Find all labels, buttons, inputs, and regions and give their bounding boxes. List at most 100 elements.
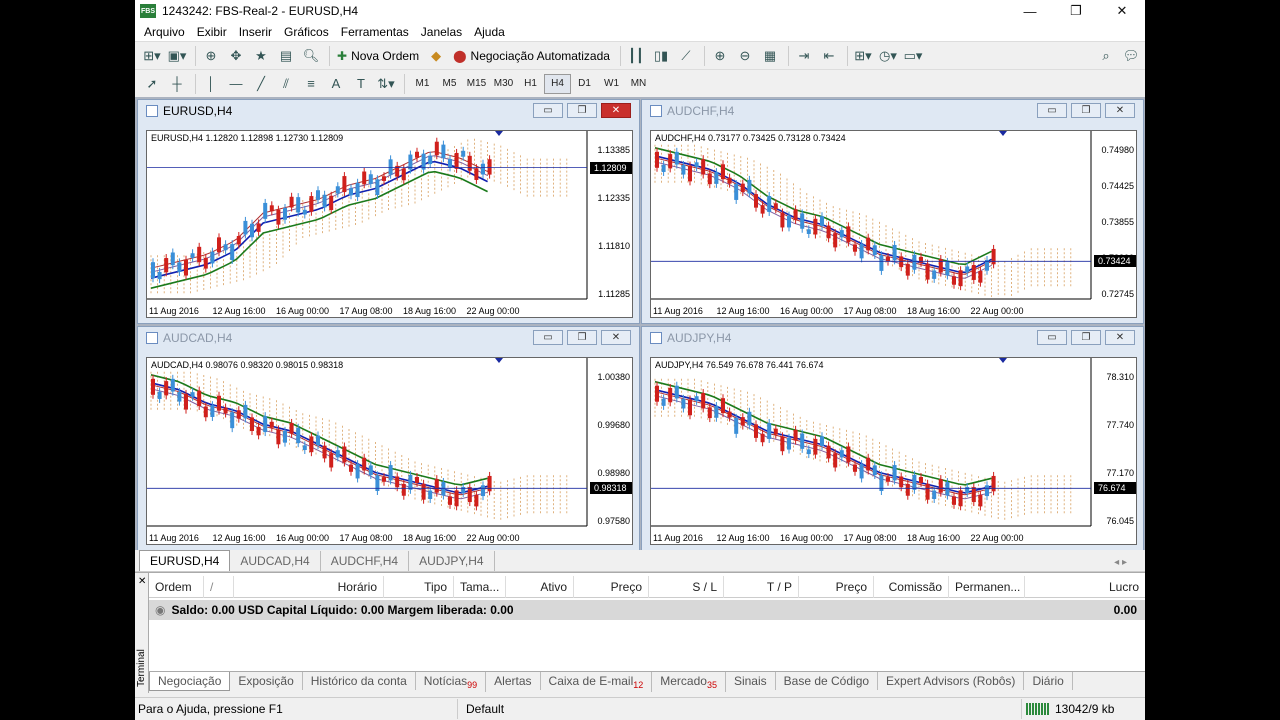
candlestick-icon[interactable]: ▯▮ xyxy=(650,45,672,67)
chart-close-button[interactable]: ✕ xyxy=(1105,103,1135,118)
text-icon[interactable]: A xyxy=(325,73,347,95)
vertical-line-icon[interactable]: │ xyxy=(200,73,222,95)
terminal-tab-3[interactable]: Notícias99 xyxy=(416,672,487,692)
timeframe-h4[interactable]: H4 xyxy=(544,73,571,94)
chart-window-audcad[interactable]: AUDCAD,H4 ▭ ❐ ✕ AUDCAD,H4 0.98076 0.98320 0.… xyxy=(137,326,640,551)
zoom-in-icon[interactable]: ⊕ xyxy=(709,45,731,67)
trendline-icon[interactable]: ╱ xyxy=(250,73,272,95)
chart-tab-eurusd[interactable]: EURUSD,H4 xyxy=(139,550,231,571)
connection-status[interactable]: 13042/9 kb xyxy=(1021,699,1114,719)
chart-close-button[interactable]: ✕ xyxy=(601,103,631,118)
terminal-tab-10[interactable]: Diário xyxy=(1024,672,1073,690)
close-button[interactable]: ✕ xyxy=(1099,0,1145,22)
menu-exibir[interactable]: Exibir xyxy=(191,25,233,39)
terminal-tab-5[interactable]: Caixa de E-mail12 xyxy=(541,672,653,692)
terminal-tab-1[interactable]: Exposição xyxy=(230,672,303,690)
chart-restore-button[interactable]: ❐ xyxy=(567,330,597,345)
chart-minimize-button[interactable]: ▭ xyxy=(1037,103,1067,118)
terminal-toggle-icon[interactable]: ▤ xyxy=(275,45,297,67)
chart-shift-icon[interactable]: ⇤ xyxy=(818,45,840,67)
chart-window-audchf[interactable]: AUDCHF,H4 ▭ ❐ ✕ AUDCHF,H4 0.73177 0.73425 0.… xyxy=(641,99,1144,324)
timeframe-m5[interactable]: M5 xyxy=(436,74,463,94)
chart-minimize-button[interactable]: ▭ xyxy=(1037,330,1067,345)
chart-close-button[interactable]: ✕ xyxy=(1105,330,1135,345)
col-sl[interactable]: S / L xyxy=(649,576,724,598)
new-order-button[interactable]: ✚ Nova Ordem xyxy=(334,45,422,67)
timeframe-d1[interactable]: D1 xyxy=(571,74,598,94)
autoscroll-icon[interactable]: ⇥ xyxy=(793,45,815,67)
tile-windows-icon[interactable]: ▦ xyxy=(759,45,781,67)
chart-restore-button[interactable]: ❐ xyxy=(567,103,597,118)
col-ativo[interactable]: Ativo xyxy=(506,576,574,598)
metaeditor-icon[interactable]: ◆ xyxy=(425,45,447,67)
maximize-button[interactable]: ❐ xyxy=(1053,0,1099,22)
horizontal-line-icon[interactable]: ― xyxy=(225,73,247,95)
chart-restore-button[interactable]: ❐ xyxy=(1071,330,1101,345)
chart-window-caption[interactable]: EURUSD,H4 ▭ ❐ ✕ xyxy=(138,100,639,122)
terminal-tab-7[interactable]: Sinais xyxy=(726,672,776,690)
col-lucro[interactable]: Lucro xyxy=(1025,576,1145,598)
favorites-icon[interactable]: ★ xyxy=(250,45,272,67)
col-permanencia[interactable]: Permanen... xyxy=(949,576,1025,598)
chart-restore-button[interactable]: ❐ xyxy=(1071,103,1101,118)
tab-scroll-arrows-icon[interactable]: ◂ ▸ xyxy=(1104,554,1137,571)
chart-window-eurusd[interactable]: EURUSD,H4 ▭ ❐ ✕ EURUSD,H4 1.12820 1.12898 1.… xyxy=(137,99,640,324)
text-label-icon[interactable]: T xyxy=(350,73,372,95)
menu-graficos[interactable]: Gráficos xyxy=(278,25,335,39)
line-chart-icon[interactable]: ⟋ xyxy=(675,45,697,67)
strategy-tester-icon[interactable]: 🔍︎ xyxy=(300,45,322,67)
zoom-out-icon[interactable]: ⊖ xyxy=(734,45,756,67)
channel-icon[interactable]: ⫽ xyxy=(275,73,297,95)
balance-row[interactable]: ◉ Saldo: 0.00 USD Capital Líquido: 0.00 … xyxy=(149,600,1145,620)
terminal-tab-9[interactable]: Expert Advisors (Robôs) xyxy=(878,672,1025,690)
periods-icon[interactable]: ◷▾ xyxy=(877,45,899,67)
col-comissao[interactable]: Comissão xyxy=(874,576,949,598)
auto-trading-button[interactable]: ⬤ Negociação Automatizada xyxy=(450,45,613,67)
col-preco[interactable]: Preço xyxy=(574,576,649,598)
price-chart[interactable]: AUDJPY,H4 76.549 76.678 76.441 76.674 78.… xyxy=(650,357,1137,545)
price-chart[interactable]: EURUSD,H4 1.12820 1.12898 1.12730 1.1280… xyxy=(146,130,633,318)
bar-chart-icon[interactable]: ┃┃ xyxy=(625,45,647,67)
new-chart-icon[interactable]: ⊞▾ xyxy=(141,45,163,67)
timeframe-mn[interactable]: MN xyxy=(625,74,652,94)
terminal-tab-8[interactable]: Base de Código xyxy=(776,672,879,690)
menu-janelas[interactable]: Janelas xyxy=(415,25,468,39)
chart-window-caption[interactable]: AUDCAD,H4 ▭ ❐ ✕ xyxy=(138,327,639,349)
chart-tab-audjpy[interactable]: AUDJPY,H4 xyxy=(409,551,495,571)
col-tp[interactable]: T / P xyxy=(724,576,799,598)
status-profile[interactable]: Default xyxy=(457,699,504,719)
fibonacci-icon[interactable]: ≡ xyxy=(300,73,322,95)
menu-ajuda[interactable]: Ajuda xyxy=(468,25,511,39)
price-chart[interactable]: AUDCHF,H4 0.73177 0.73425 0.73128 0.7342… xyxy=(650,130,1137,318)
chart-minimize-button[interactable]: ▭ xyxy=(533,330,563,345)
chart-window-caption[interactable]: AUDJPY,H4 ▭ ❐ ✕ xyxy=(642,327,1143,349)
navigator-icon[interactable]: ✥ xyxy=(225,45,247,67)
col-sort[interactable]: / xyxy=(204,576,234,598)
col-preco-atual[interactable]: Preço xyxy=(799,576,874,598)
timeframe-h1[interactable]: H1 xyxy=(517,74,544,94)
col-tipo[interactable]: Tipo xyxy=(384,576,454,598)
menu-inserir[interactable]: Inserir xyxy=(233,25,278,39)
timeframe-m15[interactable]: M15 xyxy=(463,74,490,94)
chart-tab-audcad[interactable]: AUDCAD,H4 xyxy=(230,551,321,571)
profiles-icon[interactable]: ▣▾ xyxy=(166,45,188,67)
chat-icon[interactable]: 💬︎ xyxy=(1120,45,1142,67)
terminal-tab-6[interactable]: Mercado35 xyxy=(652,672,726,692)
chart-window-caption[interactable]: AUDCHF,H4 ▭ ❐ ✕ xyxy=(642,100,1143,122)
col-horario[interactable]: Horário xyxy=(234,576,384,598)
arrows-icon[interactable]: ⇅▾ xyxy=(375,73,397,95)
timeframe-m30[interactable]: M30 xyxy=(490,74,517,94)
chart-close-button[interactable]: ✕ xyxy=(601,330,631,345)
chart-minimize-button[interactable]: ▭ xyxy=(533,103,563,118)
terminal-tab-2[interactable]: Histórico da conta xyxy=(303,672,416,690)
minimize-button[interactable]: — xyxy=(1007,0,1053,22)
timeframe-w1[interactable]: W1 xyxy=(598,74,625,94)
terminal-tab-4[interactable]: Alertas xyxy=(486,672,541,690)
templates-icon[interactable]: ▭▾ xyxy=(902,45,924,67)
chart-tab-audchf[interactable]: AUDCHF,H4 xyxy=(321,551,410,571)
col-tamanho[interactable]: Tama... xyxy=(454,576,506,598)
market-watch-icon[interactable]: ⊕ xyxy=(200,45,222,67)
cursor-icon[interactable]: ➚ xyxy=(141,73,163,95)
terminal-close-icon[interactable]: ✕ xyxy=(138,576,146,587)
price-chart[interactable]: AUDCAD,H4 0.98076 0.98320 0.98015 0.9831… xyxy=(146,357,633,545)
